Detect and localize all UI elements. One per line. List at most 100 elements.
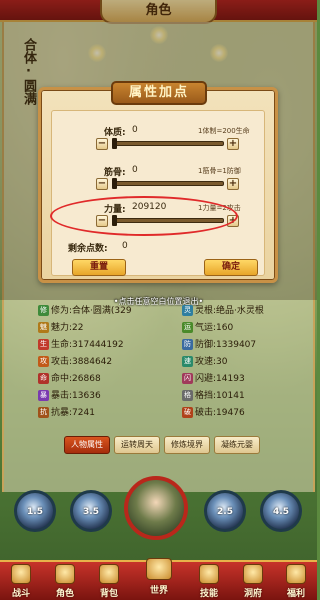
spirit-root-icon: 灵 — [182, 305, 193, 316]
character-icon — [55, 564, 75, 584]
stat-value: 30 — [216, 357, 228, 367]
stat-label: 灵根: — [195, 306, 217, 316]
skill-book-icon — [199, 564, 219, 584]
stat-label: 格挡: — [195, 391, 217, 401]
stat-row: 魅魅力:22 — [38, 320, 84, 334]
tizhi-plus-button[interactable]: + — [227, 138, 239, 150]
stat-label: 修为: — [51, 306, 73, 316]
attr-value-jingu: 0 — [132, 165, 138, 175]
attr-value-tizhi: 0 — [132, 125, 138, 135]
nav-label: 背包 — [99, 589, 118, 599]
health-icon: 生 — [38, 339, 49, 350]
tizhi-minus-button[interactable]: − — [96, 138, 108, 150]
stat-value: 10141 — [216, 391, 245, 401]
attr-hint-jingu: 1筋骨=1防御 — [198, 167, 241, 175]
nav-world[interactable]: 世界 — [138, 552, 180, 600]
skill-slot-1[interactable]: 1.5 — [14, 490, 56, 532]
reset-button[interactable]: 重置 — [72, 259, 126, 276]
tizhi-slider-handle[interactable] — [112, 138, 117, 149]
nav-cave[interactable]: 洞府 — [234, 562, 272, 600]
nav-label: 洞府 — [243, 589, 262, 599]
stat-value: 317444192 — [72, 340, 124, 350]
nav-battle[interactable]: 战斗 — [2, 562, 40, 600]
stat-row: 生生命:317444192 — [38, 337, 124, 351]
dodge-icon: 闪 — [182, 373, 193, 384]
nav-label: 世界 — [149, 586, 168, 596]
attack-icon: 攻 — [38, 356, 49, 367]
stat-row: 命命中:26868 — [38, 371, 101, 385]
stat-row: 速攻速:30 — [182, 354, 228, 368]
jingu-minus-button[interactable]: − — [96, 178, 108, 190]
charm-icon: 魅 — [38, 322, 49, 333]
skill-level: 1.5 — [27, 507, 43, 518]
stat-row: 格格挡:10141 — [182, 388, 245, 402]
tab-nascent-soul[interactable]: 凝练元婴 — [214, 436, 260, 454]
highlight-circle — [50, 196, 238, 236]
stat-value: 26868 — [72, 374, 101, 384]
stat-row: 抗抗暴:7241 — [38, 405, 95, 419]
accuracy-icon: 命 — [38, 373, 49, 384]
confirm-button[interactable]: 确定 — [204, 259, 258, 276]
stat-value: 19476 — [216, 408, 245, 418]
stats-panel: 修修为:合体·圆满(329 魅魅力:22 生生命:317444192 攻攻击:3… — [30, 303, 286, 421]
stat-label: 命中: — [51, 374, 73, 384]
skill-slot-4[interactable]: 4.5 — [260, 490, 302, 532]
nav-label: 战斗 — [11, 589, 30, 599]
break-icon: 破 — [182, 407, 193, 418]
stat-value: 160 — [216, 323, 234, 333]
skill-slot-2[interactable]: 3.5 — [70, 490, 112, 532]
tab-circulation[interactable]: 运转周天 — [114, 436, 160, 454]
remaining-points-label: 剩余点数: — [68, 244, 108, 254]
nav-label: 角色 — [55, 589, 74, 599]
cave-icon — [243, 564, 263, 584]
stat-value: 22 — [72, 323, 84, 333]
nav-bag[interactable]: 背包 — [90, 562, 128, 600]
character-portrait[interactable] — [124, 476, 188, 540]
attr-hint-tizhi: 1体制=200生命 — [198, 127, 250, 135]
stat-label: 闪避: — [195, 374, 217, 384]
stat-label: 攻击: — [51, 357, 73, 367]
stat-label: 魅力: — [51, 323, 73, 333]
stat-label: 气运: — [195, 323, 217, 333]
skill-level: 2.5 — [217, 507, 233, 518]
defense-icon: 防 — [182, 339, 193, 350]
game-screen: 角色 合体·圆满 属性加点 体质: 0 1体制=200生命 − + 筋骨: 0 … — [0, 0, 317, 600]
cultivation-icon: 修 — [38, 305, 49, 316]
nav-label: 技能 — [199, 589, 218, 599]
stat-row: 修修为:合体·圆满(329 — [38, 303, 132, 317]
skill-slot-3[interactable]: 2.5 — [204, 490, 246, 532]
world-icon — [146, 558, 172, 580]
skill-level: 4.5 — [273, 507, 289, 518]
stat-value: 14193 — [216, 374, 245, 384]
stat-value: 1339407 — [216, 340, 257, 350]
stat-value: 绝品·水灵根 — [216, 306, 264, 316]
gift-icon — [286, 564, 306, 584]
jingu-slider-track[interactable] — [112, 181, 224, 186]
stat-row: 暴暴击:13636 — [38, 388, 101, 402]
sword-icon — [11, 564, 31, 584]
stat-label: 生命: — [51, 340, 73, 350]
stat-row: 攻攻击:3884642 — [38, 354, 112, 368]
nav-label: 福利 — [286, 589, 305, 599]
critical-icon: 暴 — [38, 390, 49, 401]
stat-value: 13636 — [72, 391, 101, 401]
tab-character-attributes[interactable]: 人物属性 — [64, 436, 110, 454]
attribute-dialog: 属性加点 体质: 0 1体制=200生命 − + 筋骨: 0 1筋骨=1防御 −… — [38, 81, 278, 283]
nav-welfare[interactable]: 福利 — [277, 562, 315, 600]
jingu-plus-button[interactable]: + — [227, 178, 239, 190]
nav-skills[interactable]: 技能 — [190, 562, 228, 600]
stat-row: 灵灵根:绝品·水灵根 — [182, 303, 264, 317]
stat-label: 攻速: — [195, 357, 217, 367]
remaining-points-value: 0 — [122, 241, 128, 251]
jingu-slider-handle[interactable] — [112, 178, 117, 189]
stat-value: 7241 — [72, 408, 95, 418]
nav-character[interactable]: 角色 — [46, 562, 84, 600]
stat-row: 运气运:160 — [182, 320, 233, 334]
tab-cultivation-realm[interactable]: 修炼境界 — [164, 436, 210, 454]
dialog-title: 属性加点 — [111, 81, 207, 105]
stat-label: 暴击: — [51, 391, 73, 401]
stat-row: 防防御:1339407 — [182, 337, 256, 351]
bag-icon — [99, 564, 119, 584]
tizhi-slider-track[interactable] — [112, 141, 224, 146]
block-icon: 格 — [182, 390, 193, 401]
